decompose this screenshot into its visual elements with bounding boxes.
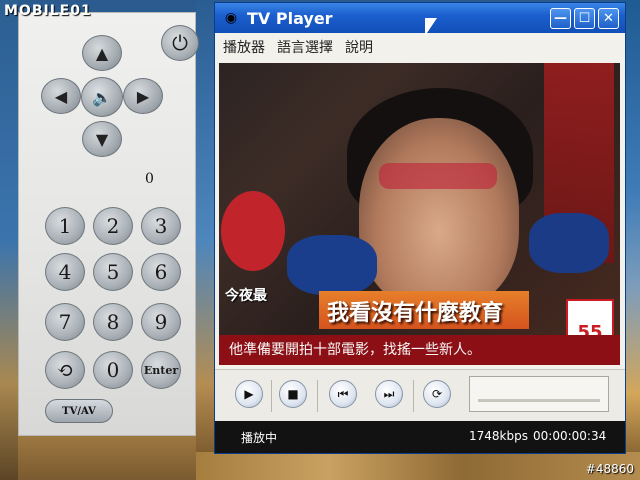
key-6[interactable]: 6 — [141, 253, 181, 291]
video-microphone — [287, 235, 377, 295]
playback-controls: ▶ ■ ⏮ ⏭ ⟳ — [215, 369, 625, 421]
divider — [413, 380, 414, 412]
window-controls: — ☐ ✕ — [550, 8, 619, 29]
watermark-id: #48860 — [585, 462, 634, 476]
remote-control-panel: ⏻ ▲ ◀ 🔈 ▶ ▼ 0 1 2 3 4 5 6 7 8 9 ⟲ 0 Ente… — [18, 12, 199, 436]
speaker-icon: 🔈 — [92, 87, 112, 107]
left-arrow-button[interactable]: ◀ — [41, 78, 81, 114]
key-9[interactable]: 9 — [141, 303, 181, 341]
previous-icon: ⏮ — [337, 386, 349, 401]
video-display[interactable]: 今夜最 我看沒有什麼教育 55 他準備要開拍十部電影，找搖一些新人。 — [219, 63, 620, 365]
key-0[interactable]: 0 — [93, 351, 133, 389]
menu-bar: 播放器 語言選擇 說明 — [215, 33, 625, 61]
close-button[interactable]: ✕ — [598, 8, 619, 29]
video-tonight-label: 今夜最 — [225, 288, 267, 304]
menu-language[interactable]: 語言選擇 — [277, 37, 333, 57]
channel-number-display: 0 — [145, 171, 154, 187]
power-icon: ⏻ — [172, 31, 188, 55]
maximize-button[interactable]: ☐ — [574, 8, 595, 29]
video-microphone — [221, 191, 285, 271]
video-microphone — [529, 213, 609, 273]
mouse-cursor — [425, 18, 437, 36]
enter-button[interactable]: Enter — [141, 351, 181, 389]
desktop-gap — [196, 0, 216, 480]
play-button[interactable]: ▶ — [235, 380, 263, 408]
stop-icon: ■ — [287, 387, 299, 401]
repeat-icon: ⟳ — [431, 387, 443, 401]
video-person-glasses — [379, 163, 497, 189]
right-arrow-button[interactable]: ▶ — [123, 78, 163, 114]
tv-player-window: ◉ TV Player — ☐ ✕ 播放器 語言選擇 說明 今夜最 我看沒有什麼… — [214, 2, 626, 454]
previous-button[interactable]: ⏮ — [329, 380, 357, 408]
video-headline: 我看沒有什麼教育 — [327, 301, 504, 326]
desktop-bottom — [196, 452, 640, 480]
status-bar: 播放中 1748kbps 00:00:00:34 — [215, 421, 625, 453]
power-button[interactable]: ⏻ — [161, 25, 199, 61]
volume-slider[interactable] — [469, 376, 609, 412]
bitrate-readout: 1748kbps — [469, 429, 528, 443]
slider-track — [478, 399, 600, 402]
refresh-icon: ⟲ — [56, 358, 74, 382]
last-channel-button[interactable]: ⟲ — [45, 351, 85, 389]
video-caption: 他準備要開拍十部電影，找搖一些新人。 — [229, 342, 481, 358]
key-7[interactable]: 7 — [45, 303, 85, 341]
divider — [271, 380, 272, 412]
title-bar[interactable]: ◉ TV Player — ☐ ✕ — [215, 3, 625, 33]
mute-button[interactable]: 🔈 — [81, 77, 123, 117]
app-logo-icon: ◉ — [224, 10, 238, 26]
playback-state: 播放中 — [241, 431, 278, 445]
menu-help[interactable]: 說明 — [345, 37, 373, 57]
repeat-button[interactable]: ⟳ — [423, 380, 451, 408]
direction-pad: ▲ ◀ 🔈 ▶ ▼ — [41, 35, 163, 157]
key-4[interactable]: 4 — [45, 253, 85, 291]
key-1[interactable]: 1 — [45, 207, 85, 245]
key-8[interactable]: 8 — [93, 303, 133, 341]
divider — [317, 380, 318, 412]
window-title: TV Player — [247, 8, 333, 28]
minimize-button[interactable]: — — [550, 8, 571, 29]
next-icon: ⏭ — [383, 386, 395, 401]
time-readout: 00:00:00:34 — [533, 429, 607, 443]
key-5[interactable]: 5 — [93, 253, 133, 291]
video-person-face — [359, 118, 519, 308]
key-3[interactable]: 3 — [141, 207, 181, 245]
tv-av-button[interactable]: TV/AV — [45, 399, 113, 423]
next-button[interactable]: ⏭ — [375, 380, 403, 408]
watermark-logo: MOBILE01 — [4, 3, 92, 19]
down-arrow-button[interactable]: ▼ — [82, 121, 122, 157]
key-2[interactable]: 2 — [93, 207, 133, 245]
stop-button[interactable]: ■ — [279, 380, 307, 408]
play-icon: ▶ — [244, 387, 254, 401]
up-arrow-button[interactable]: ▲ — [82, 35, 122, 71]
menu-player[interactable]: 播放器 — [223, 37, 265, 57]
desktop-strip-left — [0, 0, 18, 480]
